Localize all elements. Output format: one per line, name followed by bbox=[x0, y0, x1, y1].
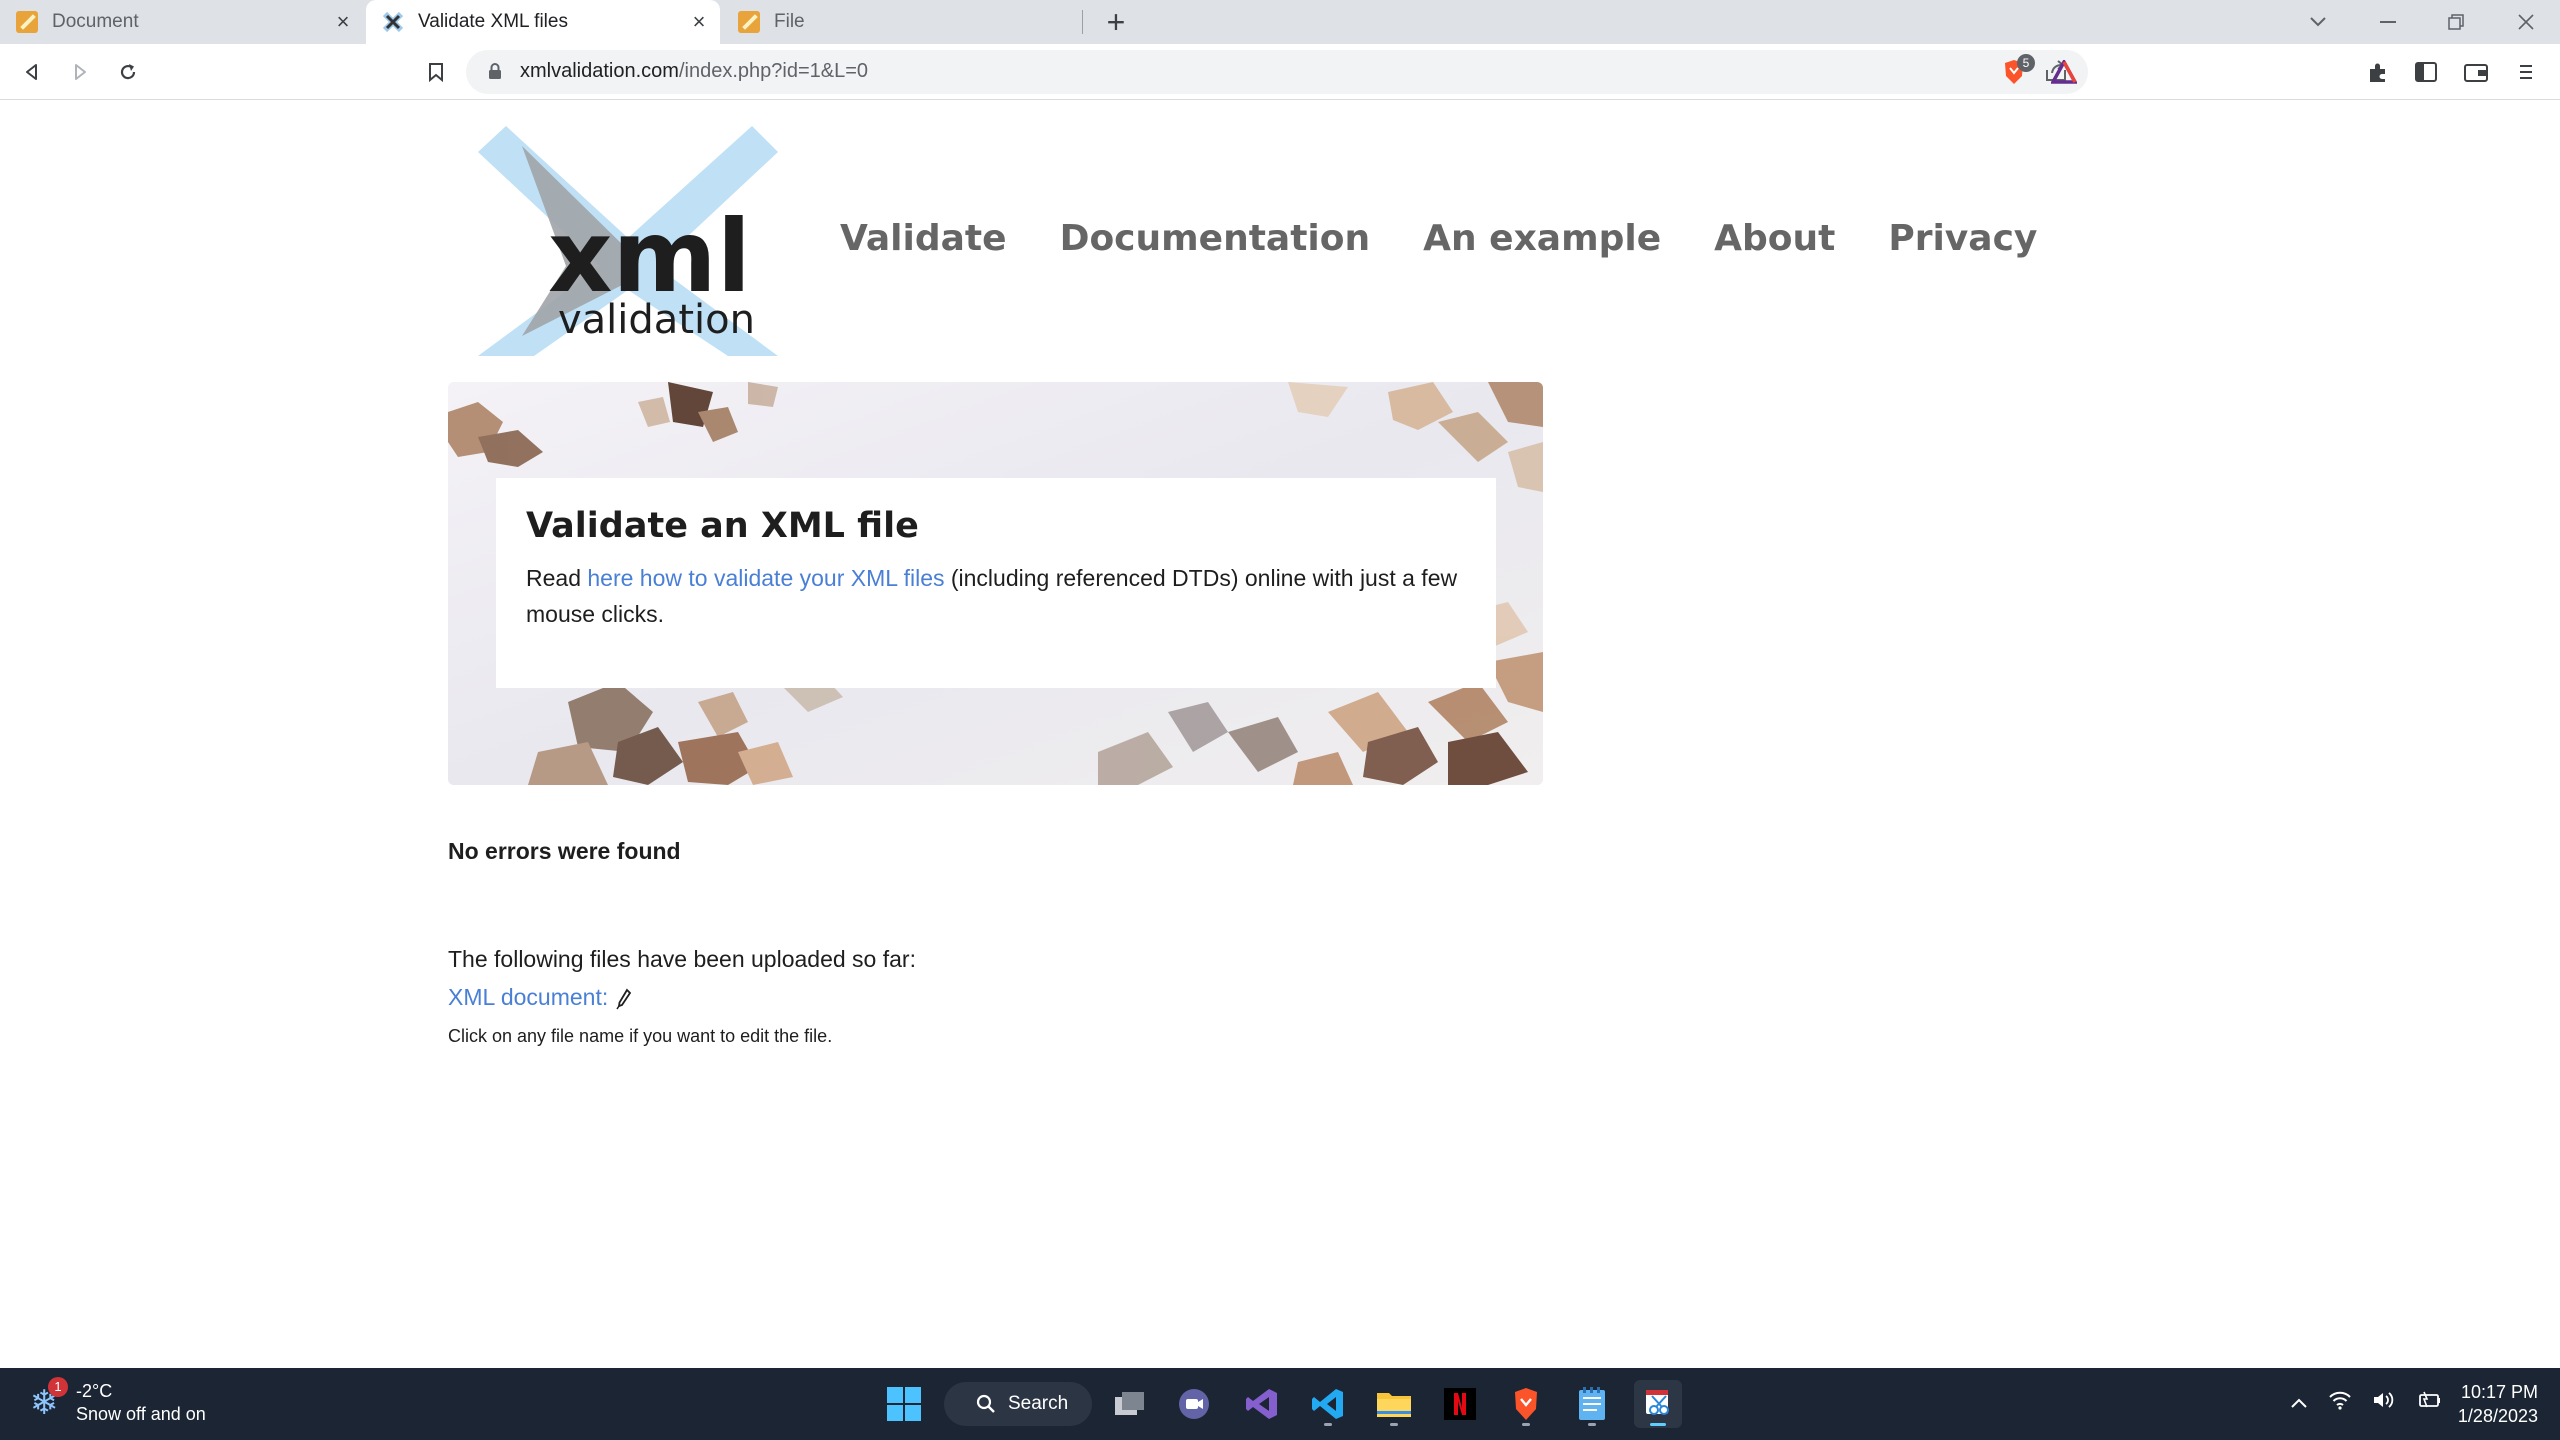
site-logo[interactable]: xml validation bbox=[478, 126, 778, 356]
restore-icon[interactable] bbox=[2436, 6, 2476, 38]
web-page: xml validation Validate Documentation An… bbox=[0, 100, 2560, 1368]
tab-search-icon[interactable] bbox=[2298, 6, 2338, 38]
snipping-tool-icon[interactable] bbox=[1634, 1380, 1682, 1428]
visual-studio-icon[interactable] bbox=[1238, 1380, 1286, 1428]
battery-icon[interactable] bbox=[2416, 1390, 2442, 1416]
clock-date: 1/28/2023 bbox=[2457, 1406, 2538, 1426]
start-icon[interactable] bbox=[880, 1380, 928, 1428]
hero-card: Validate an XML file Read here how to va… bbox=[496, 478, 1496, 688]
nav-about[interactable]: About bbox=[1714, 218, 1835, 259]
system-tray bbox=[2290, 1390, 2442, 1416]
brave-shields-icon[interactable]: 5 bbox=[1998, 54, 2035, 88]
hero-banner: Validate an XML file Read here how to va… bbox=[448, 382, 1543, 785]
vscode-icon[interactable] bbox=[1304, 1380, 1352, 1428]
nav-documentation[interactable]: Documentation bbox=[1060, 218, 1371, 259]
nav-privacy[interactable]: Privacy bbox=[1888, 218, 2037, 259]
validation-result: No errors were found bbox=[448, 838, 681, 864]
teams-chat-icon[interactable] bbox=[1170, 1380, 1218, 1428]
tab-strip: Document × Validate XML files × File + bbox=[0, 0, 2560, 44]
sidebar-icon[interactable] bbox=[2410, 56, 2442, 88]
tab-file[interactable]: File bbox=[722, 0, 1082, 44]
address-bar[interactable]: xmlvalidation.com/index.php?id=1&L=0 bbox=[466, 50, 2088, 94]
chevron-up-icon[interactable] bbox=[2290, 1392, 2308, 1415]
windows-taskbar: ❄ 1 -2°C Snow off and on Search 10:17 PM… bbox=[0, 1368, 2560, 1440]
notepad-icon[interactable] bbox=[1568, 1380, 1616, 1428]
shield-count-badge: 5 bbox=[2017, 54, 2035, 72]
nav-an-example[interactable]: An example bbox=[1423, 218, 1661, 259]
how-to-validate-link[interactable]: here how to validate your XML files bbox=[587, 565, 944, 591]
menu-icon[interactable] bbox=[2510, 56, 2542, 88]
file-explorer-icon[interactable] bbox=[1370, 1380, 1418, 1428]
uploaded-files-intro: The following files have been uploaded s… bbox=[448, 946, 916, 972]
edit-pen-icon[interactable] bbox=[616, 988, 632, 1010]
search-label: Search bbox=[1008, 1393, 1069, 1414]
brave-rewards-icon[interactable] bbox=[2048, 56, 2080, 88]
browser-toolbar: xmlvalidation.com/index.php?id=1&L=0 5 bbox=[0, 44, 2560, 100]
nav-validate[interactable]: Validate bbox=[840, 218, 1007, 259]
hero-text: Read here how to validate your XML files… bbox=[526, 565, 1458, 627]
tab-title: Document bbox=[52, 11, 139, 32]
taskbar-clock[interactable]: 10:17 PM 1/28/2023 bbox=[2458, 1380, 2538, 1428]
weather-widget[interactable]: ❄ 1 -2°C Snow off and on bbox=[24, 1377, 206, 1426]
snowflake-icon: ❄ 1 bbox=[24, 1377, 68, 1423]
close-icon[interactable]: × bbox=[688, 9, 710, 34]
url-text[interactable]: xmlvalidation.com/index.php?id=1&L=0 bbox=[520, 60, 868, 83]
task-view-icon[interactable] bbox=[1106, 1380, 1154, 1428]
taskbar-search[interactable]: Search bbox=[944, 1382, 1092, 1426]
tab-title: Validate XML files bbox=[418, 11, 568, 32]
netflix-icon[interactable] bbox=[1436, 1380, 1484, 1428]
reload-icon[interactable] bbox=[112, 56, 144, 88]
xml-x-icon bbox=[382, 11, 404, 33]
wifi-icon[interactable] bbox=[2328, 1390, 2352, 1416]
pencil-icon bbox=[16, 11, 38, 33]
main-nav: Validate Documentation An example About … bbox=[840, 218, 2037, 259]
volume-icon[interactable] bbox=[2372, 1390, 2396, 1416]
lock-icon[interactable] bbox=[488, 62, 502, 80]
new-tab-button[interactable]: + bbox=[1100, 4, 1132, 40]
extensions-icon[interactable] bbox=[2362, 56, 2394, 88]
edit-hint: Click on any file name if you want to ed… bbox=[448, 1026, 833, 1046]
minimize-icon[interactable] bbox=[2368, 6, 2408, 38]
clock-time: 10:17 PM bbox=[2460, 1382, 2538, 1402]
wallet-icon[interactable] bbox=[2460, 56, 2492, 88]
xml-document-link[interactable]: XML document: bbox=[448, 984, 608, 1011]
forward-icon[interactable] bbox=[64, 56, 96, 88]
tab-document[interactable]: Document × bbox=[0, 0, 364, 44]
brave-browser-icon[interactable] bbox=[1502, 1380, 1550, 1428]
pencil-icon bbox=[738, 11, 760, 33]
logo-sub-text: validation bbox=[558, 297, 755, 343]
close-window-icon[interactable] bbox=[2506, 6, 2546, 38]
tab-validate-xml[interactable]: Validate XML files × bbox=[366, 0, 720, 44]
tab-separator bbox=[1082, 10, 1083, 34]
tab-title: File bbox=[774, 11, 805, 32]
weather-notification-badge: 1 bbox=[48, 1377, 68, 1397]
weather-description: Snow off and on bbox=[76, 1404, 206, 1424]
weather-temperature: -2°C bbox=[76, 1381, 113, 1401]
bookmark-icon[interactable] bbox=[420, 56, 452, 88]
back-icon[interactable] bbox=[16, 56, 48, 88]
search-icon bbox=[976, 1394, 995, 1413]
hero-title: Validate an XML file bbox=[526, 506, 919, 546]
close-icon[interactable]: × bbox=[332, 9, 354, 34]
